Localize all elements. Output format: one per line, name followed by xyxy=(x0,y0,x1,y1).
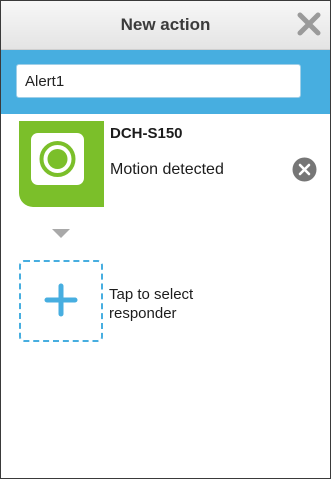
trigger-device-name: DCH-S150 xyxy=(110,125,183,142)
trigger-icon-frame xyxy=(31,133,84,185)
trigger-event-text: Motion detected xyxy=(110,161,224,178)
header-bar: New action xyxy=(1,1,330,50)
select-responder-label[interactable]: Tap to select responder xyxy=(109,285,259,323)
action-name-input[interactable] xyxy=(16,64,301,98)
page-title: New action xyxy=(120,15,211,34)
trigger-device-tile[interactable] xyxy=(19,121,104,207)
add-responder-button[interactable] xyxy=(19,260,103,342)
flow-arrow-icon xyxy=(52,229,70,238)
action-name-band xyxy=(1,50,330,114)
remove-circle-icon[interactable] xyxy=(292,157,317,182)
close-icon[interactable] xyxy=(296,11,322,37)
motion-sensor-icon xyxy=(39,141,76,177)
plus-icon xyxy=(44,283,78,317)
app-frame: New action DCH-S150 Motion detected Tap … xyxy=(0,0,331,479)
